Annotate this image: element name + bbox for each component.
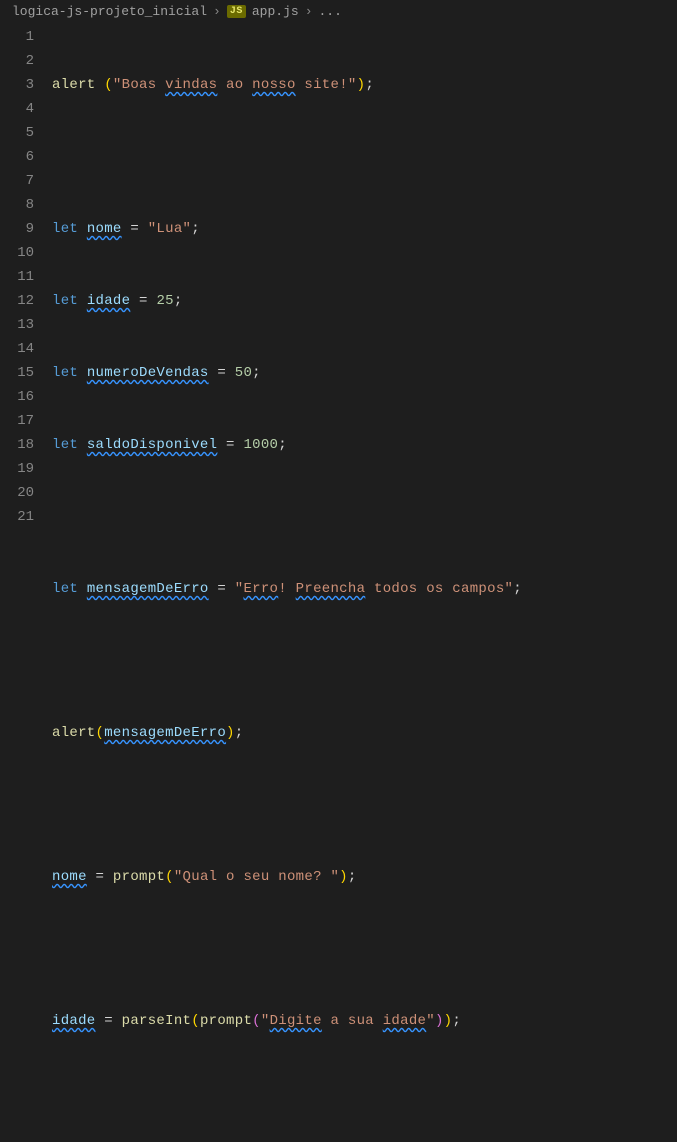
line-number: 11 [0,265,34,289]
code-line[interactable] [52,1081,677,1105]
chevron-right-icon: › [213,4,221,19]
code-line[interactable]: let saldoDisponivel = 1000; [52,433,677,457]
line-number: 20 [0,481,34,505]
line-number: 14 [0,337,34,361]
line-number-gutter: 1 2 3 4 5 6 7 8 9 10 11 12 13 14 15 16 1… [0,25,52,1142]
code-line[interactable]: let idade = 25; [52,289,677,313]
code-line[interactable]: let mensagemDeErro = "Erro! Preencha tod… [52,577,677,601]
line-number: 6 [0,145,34,169]
line-number: 8 [0,193,34,217]
line-number: 13 [0,313,34,337]
code-editor[interactable]: 1 2 3 4 5 6 7 8 9 10 11 12 13 14 15 16 1… [0,23,677,1142]
line-number: 1 [0,25,34,49]
code-area[interactable]: alert ("Boas vindas ao nosso site!"); le… [52,25,677,1142]
code-line[interactable]: nome = prompt("Qual o seu nome? "); [52,865,677,889]
code-line[interactable] [52,505,677,529]
line-number: 3 [0,73,34,97]
line-number: 18 [0,433,34,457]
breadcrumb: logica-js-projeto_inicial › JS app.js › … [0,0,677,23]
code-line[interactable] [52,649,677,673]
code-line[interactable]: alert ("Boas vindas ao nosso site!"); [52,73,677,97]
line-number: 4 [0,97,34,121]
breadcrumb-folder[interactable]: logica-js-projeto_inicial [12,4,207,19]
breadcrumb-file[interactable]: app.js [252,4,299,19]
chevron-right-icon: › [305,4,313,19]
code-line[interactable] [52,145,677,169]
line-number: 10 [0,241,34,265]
code-line[interactable]: let numeroDeVendas = 50; [52,361,677,385]
line-number: 12 [0,289,34,313]
code-line[interactable]: idade = parseInt(prompt("Digite a sua id… [52,1009,677,1033]
line-number: 2 [0,49,34,73]
line-number: 9 [0,217,34,241]
line-number: 15 [0,361,34,385]
line-number: 21 [0,505,34,529]
line-number: 17 [0,409,34,433]
breadcrumb-more[interactable]: ... [319,4,342,19]
code-line[interactable] [52,793,677,817]
code-line[interactable] [52,937,677,961]
js-file-icon: JS [227,5,246,18]
code-line[interactable]: let nome = "Lua"; [52,217,677,241]
code-line[interactable]: alert(mensagemDeErro); [52,721,677,745]
line-number: 7 [0,169,34,193]
line-number: 16 [0,385,34,409]
line-number: 19 [0,457,34,481]
line-number: 5 [0,121,34,145]
